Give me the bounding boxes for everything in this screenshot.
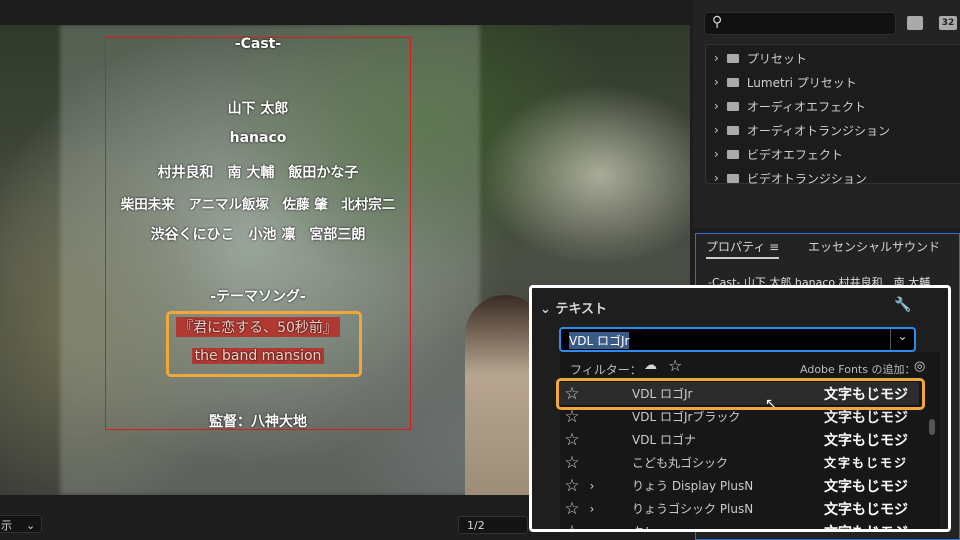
tree-item-presets[interactable]: › プリセット bbox=[706, 46, 960, 70]
star-icon: ☆ bbox=[564, 475, 580, 496]
new-bin-icon[interactable] bbox=[907, 16, 923, 30]
star-icon: ☆ bbox=[564, 429, 580, 450]
text-section-header[interactable]: ⌄ テキスト bbox=[540, 298, 607, 317]
tree-item-lumetri-presets[interactable]: › Lumetri プリセット bbox=[706, 70, 960, 94]
star-icon: ☆ bbox=[564, 498, 580, 519]
tab-properties[interactable]: プロパティ ≡ bbox=[706, 238, 780, 259]
folder-icon bbox=[726, 53, 739, 63]
credit-line: hanaco bbox=[229, 130, 287, 146]
director-credit: 監督：八神大地 bbox=[209, 414, 307, 430]
tree-item-video-effects[interactable]: › ビデオエフェクト bbox=[706, 142, 960, 166]
tree-item-video-transitions[interactable]: › ビデオトランジション bbox=[706, 166, 960, 190]
chevron-down-icon: ⌄ bbox=[890, 329, 914, 350]
effects-search-input[interactable]: ⚲ bbox=[704, 12, 896, 35]
search-icon: ⚲ bbox=[712, 14, 723, 30]
chevron-right-icon: › bbox=[589, 501, 595, 516]
effects-tree: › プリセット › Lumetri プリセット › オーディオエフェクト › オーディオ… bbox=[705, 44, 960, 186]
credit-line: 山下 太郎 bbox=[227, 101, 289, 117]
resolution-select[interactable]: 1/2 bbox=[458, 516, 528, 534]
cloud-filter-icon[interactable]: ☁ bbox=[644, 358, 657, 373]
zoom-select[interactable]: 示 ⌄ bbox=[0, 515, 42, 533]
highlight-box bbox=[556, 378, 925, 410]
tree-item-audio-transitions[interactable]: › オーディオトランジション bbox=[706, 118, 960, 142]
text-font-panel: ⌄ テキスト 🔧 VDL ロゴJr ⌄ フィルター： ☁ ☆ Adobe Fon… bbox=[529, 285, 951, 532]
font-item[interactable]: ☆›タレ文字もじモジ bbox=[556, 520, 916, 532]
star-filter-icon[interactable]: ☆ bbox=[668, 356, 682, 375]
font-item[interactable]: ☆ › りょうゴシック PlusN 文字もじモジ bbox=[556, 497, 916, 520]
folder-icon bbox=[726, 149, 739, 159]
menu-icon: ≡ bbox=[769, 240, 780, 254]
scrollbar-thumb[interactable] bbox=[929, 419, 935, 435]
folder-icon bbox=[726, 173, 739, 183]
credit-line: 村井良和 南 大輔 飯田かな子 bbox=[157, 165, 359, 181]
folder-icon bbox=[726, 77, 739, 87]
credit-line: 渋谷くにひこ 小池 凛 宮部三朗 bbox=[150, 227, 366, 243]
creative-cloud-icon[interactable]: ◎ bbox=[914, 359, 925, 374]
font-family-dropdown[interactable]: VDL ロゴJr ⌄ bbox=[559, 327, 916, 352]
folder-icon bbox=[726, 101, 739, 111]
filter-label: フィルター： bbox=[570, 363, 642, 377]
adobe-fonts-label: Adobe Fonts の追加： bbox=[800, 363, 916, 376]
cast-heading: -Cast- bbox=[234, 36, 282, 52]
wrench-icon[interactable]: 🔧 bbox=[894, 297, 911, 313]
star-icon: ☆ bbox=[564, 452, 580, 473]
tab-essential-sound[interactable]: エッセンシャルサウンド bbox=[808, 238, 940, 255]
tree-item-audio-effects[interactable]: › オーディオエフェクト bbox=[706, 94, 960, 118]
chevron-down-icon: ⌄ bbox=[26, 519, 36, 532]
32-bit-icon[interactable]: 32 bbox=[939, 16, 957, 30]
chevron-right-icon: › bbox=[589, 478, 595, 493]
star-icon: ☆ bbox=[564, 521, 580, 532]
font-item[interactable]: ☆ こども丸ゴシック 文字もじモジ bbox=[556, 451, 916, 474]
folder-icon bbox=[726, 125, 739, 135]
credit-line: 柴田未来 アニマル飯塚 佐藤 肇 北村宗二 bbox=[120, 197, 396, 213]
chevron-right-icon: › bbox=[589, 524, 595, 532]
highlight-box bbox=[166, 311, 362, 377]
font-item[interactable]: ☆ › りょう Display PlusN 文字もじモジ bbox=[556, 474, 916, 497]
chevron-down-icon: ⌄ bbox=[540, 302, 551, 317]
font-item[interactable]: ☆ VDL ロゴナ 文字もじモジ bbox=[556, 428, 916, 451]
theme-heading: -テーマソング- bbox=[210, 289, 306, 305]
